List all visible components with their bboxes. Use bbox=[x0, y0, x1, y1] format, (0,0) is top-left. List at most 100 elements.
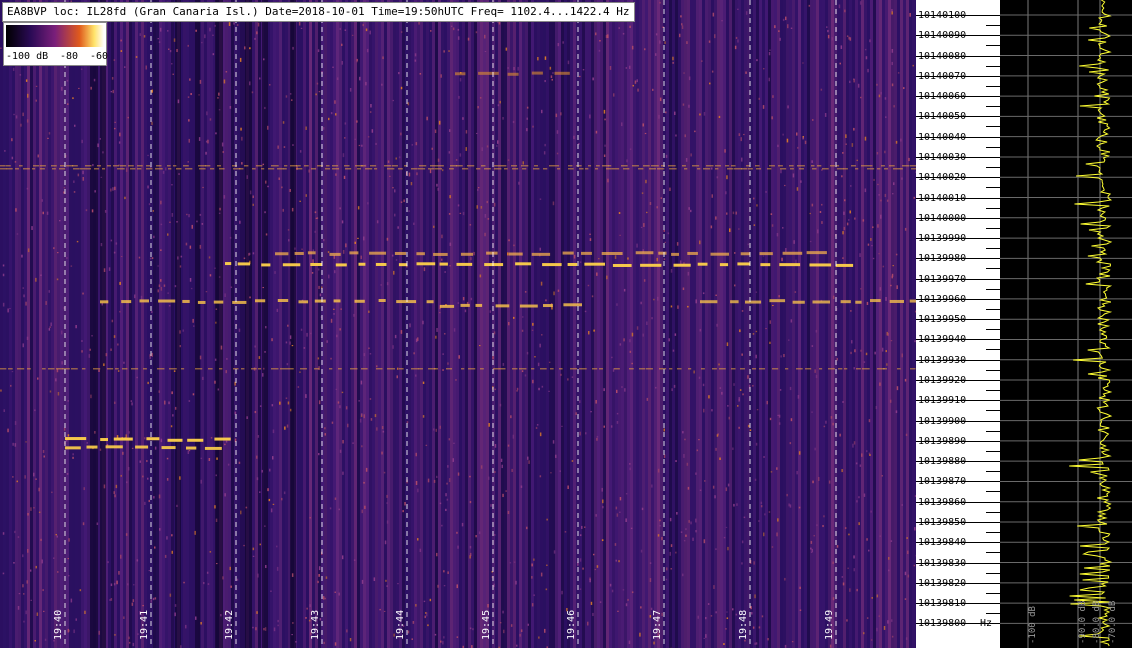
noise-speck bbox=[104, 210, 107, 213]
noise-speck bbox=[345, 406, 348, 410]
carrier-trace bbox=[392, 165, 398, 167]
noise-speck bbox=[630, 527, 633, 530]
noise-speck bbox=[636, 243, 638, 248]
noise-speck bbox=[811, 345, 814, 347]
noise-speck bbox=[35, 478, 37, 480]
noise-speck bbox=[314, 230, 316, 233]
noise-speck bbox=[761, 615, 764, 618]
noise-speck bbox=[334, 591, 336, 593]
noise-speck bbox=[208, 256, 211, 259]
noise-speck bbox=[229, 106, 232, 109]
noise-speck bbox=[396, 375, 398, 379]
noise-speck bbox=[545, 299, 547, 302]
noise-speck bbox=[604, 118, 606, 121]
signal-dash bbox=[329, 252, 341, 256]
carrier-trace bbox=[606, 168, 612, 170]
noise-speck bbox=[216, 563, 218, 565]
noise-speck bbox=[710, 225, 713, 229]
noise-speck bbox=[51, 491, 53, 494]
noise-speck bbox=[25, 301, 27, 306]
noise-speck bbox=[845, 134, 847, 138]
noise-speck bbox=[363, 236, 365, 241]
noise-speck bbox=[526, 117, 528, 120]
noise-speck bbox=[544, 56, 547, 60]
noise-speck bbox=[100, 243, 103, 247]
noise-speck bbox=[629, 148, 632, 150]
noise-speck bbox=[125, 533, 128, 536]
noise-speck bbox=[699, 113, 701, 116]
noise-speck bbox=[373, 577, 376, 582]
noise-stripe bbox=[399, 0, 402, 648]
noise-speck bbox=[811, 548, 813, 553]
signal-dash bbox=[700, 300, 718, 304]
noise-speck bbox=[541, 334, 543, 336]
noise-speck bbox=[692, 537, 694, 541]
noise-speck bbox=[527, 623, 529, 626]
noise-stripe bbox=[384, 0, 387, 648]
noise-speck bbox=[868, 549, 870, 552]
noise-speck bbox=[369, 30, 371, 35]
noise-speck bbox=[90, 394, 92, 399]
carrier-trace bbox=[550, 368, 554, 370]
noise-speck bbox=[199, 244, 202, 249]
noise-speck bbox=[827, 34, 830, 39]
noise-speck bbox=[443, 585, 446, 587]
noise-stripe bbox=[690, 0, 693, 648]
carrier-trace bbox=[706, 165, 714, 167]
noise-speck bbox=[674, 111, 676, 115]
noise-speck bbox=[375, 142, 377, 145]
noise-speck bbox=[341, 220, 344, 224]
noise-speck bbox=[737, 405, 739, 407]
noise-speck bbox=[640, 226, 643, 229]
noise-speck bbox=[739, 329, 741, 333]
noise-speck bbox=[510, 624, 513, 627]
noise-speck bbox=[360, 255, 362, 260]
noise-speck bbox=[896, 386, 899, 391]
noise-speck bbox=[655, 53, 657, 56]
noise-speck bbox=[743, 133, 745, 136]
noise-speck bbox=[789, 442, 792, 445]
noise-speck bbox=[112, 89, 114, 94]
carrier-trace bbox=[534, 165, 539, 167]
noise-stripe bbox=[450, 0, 453, 648]
noise-speck bbox=[601, 487, 603, 492]
freq-minor-tick bbox=[986, 86, 1000, 87]
noise-speck bbox=[614, 543, 617, 546]
noise-speck bbox=[882, 265, 885, 268]
carrier-trace bbox=[780, 168, 787, 170]
noise-stripe bbox=[426, 0, 429, 648]
noise-speck bbox=[245, 506, 248, 509]
noise-speck bbox=[22, 554, 24, 558]
carrier-trace bbox=[52, 168, 56, 170]
noise-speck bbox=[895, 140, 898, 144]
carrier-trace bbox=[501, 165, 507, 167]
noise-speck bbox=[539, 247, 541, 251]
carrier-trace bbox=[434, 368, 438, 370]
noise-speck bbox=[616, 412, 619, 415]
noise-stripe bbox=[558, 0, 561, 648]
noise-speck bbox=[512, 120, 515, 124]
noise-speck bbox=[754, 478, 757, 481]
noise-speck bbox=[22, 287, 24, 289]
noise-speck bbox=[30, 599, 32, 601]
noise-stripe bbox=[897, 0, 900, 648]
noise-speck bbox=[528, 460, 530, 464]
signal-dash bbox=[769, 299, 786, 303]
noise-speck bbox=[639, 632, 641, 637]
noise-speck bbox=[2, 273, 5, 277]
noise-speck bbox=[236, 578, 239, 581]
noise-speck bbox=[856, 500, 858, 503]
noise-speck bbox=[872, 257, 875, 260]
carrier-trace bbox=[183, 165, 189, 167]
carrier-trace bbox=[522, 168, 527, 170]
carrier-trace bbox=[746, 165, 750, 167]
noise-speck bbox=[154, 446, 157, 450]
noise-speck bbox=[839, 62, 841, 65]
noise-speck bbox=[284, 426, 286, 430]
noise-speck bbox=[381, 426, 384, 430]
noise-speck bbox=[841, 576, 844, 578]
carrier-trace bbox=[579, 368, 587, 370]
noise-stripe bbox=[735, 0, 738, 648]
noise-speck bbox=[885, 116, 887, 119]
noise-speck bbox=[179, 330, 181, 334]
